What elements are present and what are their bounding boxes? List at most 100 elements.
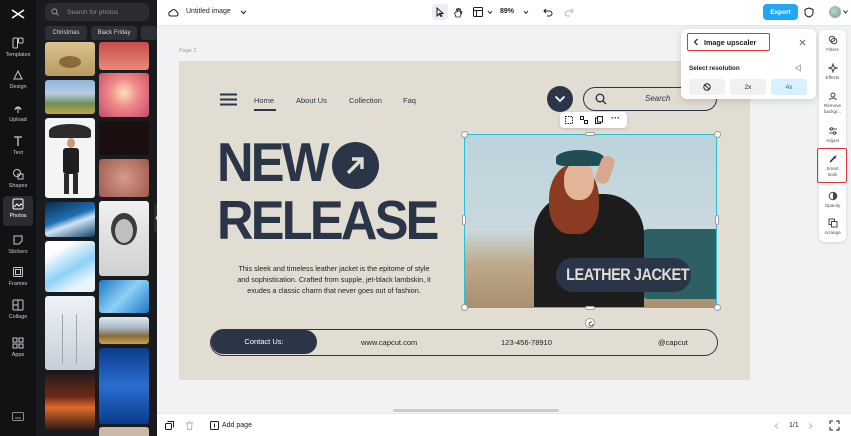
nav-faq[interactable]: Faq [403,96,416,105]
photo-thumb[interactable] [45,241,95,292]
photo-thumb[interactable] [99,348,149,424]
add-page-icon[interactable] [210,421,219,430]
rail-item-stickers[interactable]: Stickers [0,232,36,262]
shield-icon[interactable] [804,7,814,18]
trash-icon[interactable] [185,421,194,430]
chevron-down-icon[interactable] [487,10,493,15]
zoom-level[interactable]: 89% [500,8,514,15]
headline-release: RELEASE [217,189,439,251]
contact-label-pill: Contact Us: [211,330,317,354]
rail-item-apps[interactable]: Apps [0,335,36,365]
rail-item-templates[interactable]: Templates [0,35,36,65]
document-title[interactable]: Untitled image [186,8,231,15]
tool-label: Effects [825,75,840,80]
resize-handle[interactable] [715,215,719,225]
photo-thumb[interactable] [99,427,149,436]
resize-handle[interactable] [714,304,721,311]
tool-remove-background[interactable]: Remove backgr... [819,88,846,122]
more-icon[interactable]: ··· [611,113,620,123]
dropdown-circle[interactable] [547,86,573,112]
rail-item-text[interactable]: Text [0,133,36,163]
templates-icon [12,37,24,49]
rail-item-collage[interactable]: Collage [0,297,36,327]
layout-icon[interactable] [473,7,483,17]
chevron-right-icon[interactable] [808,423,813,429]
photo-thumb[interactable] [45,374,95,430]
upscaler-back-button[interactable]: Image upscaler [687,33,770,51]
chip-christmas[interactable]: Christmas [45,26,87,40]
tool-arrange[interactable]: Arrange [819,215,846,247]
chevron-left-icon[interactable] [774,423,779,429]
rail-item-photos[interactable]: Photos [3,196,33,226]
rail-item-frames[interactable]: Frames [0,264,36,294]
photo-thumb[interactable] [45,42,95,76]
chip-more[interactable] [141,26,157,40]
photo-search[interactable] [45,3,149,21]
rail-item-shapes[interactable]: Shapes [0,166,36,196]
fullscreen-icon[interactable] [829,420,840,431]
speaker-icon[interactable] [795,64,804,72]
chevron-down-icon[interactable] [523,10,529,15]
photo-thumb[interactable] [99,73,149,117]
photo-thumb[interactable] [99,201,149,276]
page-label: Page 1 [179,48,197,54]
resize-handle[interactable] [585,132,595,136]
disabled-icon [703,83,711,91]
select-resolution-label: Select resolution [689,65,740,72]
resolution-off-button[interactable] [689,79,725,95]
arrow-up-right-icon [346,157,364,175]
cloud-icon[interactable] [168,8,179,17]
menu-icon[interactable] [220,93,237,106]
chip-label: Christmas [52,30,80,36]
select-tool-button[interactable] [432,4,448,20]
resize-handle[interactable] [461,304,468,311]
photo-thumb[interactable] [45,202,95,237]
design-canvas[interactable]: Home About Us Collection Faq Search NEW … [179,61,750,380]
crop-icon[interactable] [565,116,573,124]
photo-search-input[interactable] [67,8,147,16]
replace-icon[interactable] [580,116,588,124]
photo-thumb[interactable] [99,42,149,70]
duplicate-icon[interactable] [595,116,603,124]
undo-icon[interactable] [543,7,553,17]
search-icon [595,93,607,105]
rail-item-upload[interactable]: Upload [0,100,36,130]
resolution-2x-button[interactable]: 2x [730,79,766,95]
photo-thumb[interactable] [45,80,95,114]
nav-about-us[interactable]: About Us [296,96,327,105]
add-page-button[interactable]: Add page [222,422,252,429]
hand-icon[interactable] [453,7,463,18]
rail-label: Templates [5,52,31,58]
resolution-4x-button[interactable]: 4x [771,79,807,95]
photo-thumb[interactable] [99,280,149,313]
redo-icon[interactable] [564,7,574,17]
export-button[interactable]: Export [763,4,798,20]
resize-handle[interactable] [585,306,595,310]
resize-handle[interactable] [461,131,468,138]
rail-item-design[interactable]: Design [0,67,36,97]
chevron-down-icon[interactable] [240,9,247,15]
resize-handle[interactable] [462,215,466,225]
nav-home[interactable]: Home [254,96,274,105]
layers-icon[interactable] [165,421,174,430]
photo-thumb[interactable] [99,317,149,344]
close-icon[interactable] [799,39,806,46]
resize-handle[interactable] [714,131,721,138]
photo-thumb[interactable] [99,159,149,197]
photo-thumb[interactable] [45,296,95,370]
canvas-scrollbar[interactable] [393,409,559,412]
rotate-handle[interactable] [585,318,595,328]
photo-thumb[interactable] [99,121,149,155]
capcut-logo-icon[interactable] [10,7,26,21]
nav-collection[interactable]: Collection [349,96,382,105]
image-upscaler-panel: Image upscaler Select resolution 2x 4x [681,29,816,99]
arrange-icon [828,218,837,228]
keyboard-icon[interactable] [12,412,24,421]
chip-black-friday[interactable]: Black Friday [91,26,137,40]
chevron-down-icon[interactable] [843,10,848,14]
avatar[interactable] [829,6,841,18]
photo-thumb[interactable] [45,118,95,198]
contact-phone: 123-456-78910 [501,338,552,347]
cursor-icon [436,7,444,17]
body-line: exudes a classic charm that never goes o… [247,286,421,295]
